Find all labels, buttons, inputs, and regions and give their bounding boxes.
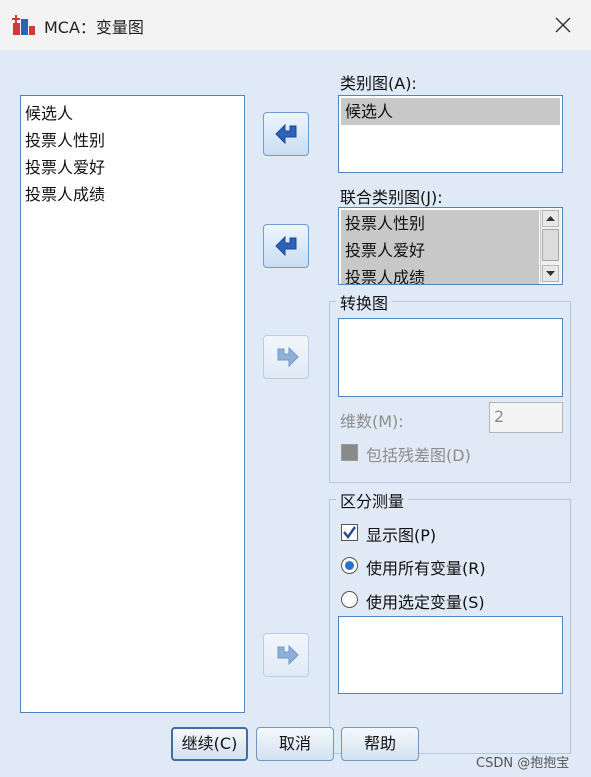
title-bar: MCA：变量图	[0, 0, 591, 51]
list-item[interactable]: 投票人成绩	[341, 264, 539, 284]
list-item[interactable]: 候选人	[21, 100, 244, 127]
move-to-discrimination-button[interactable]	[263, 633, 309, 677]
joint-category-plot-list[interactable]: 投票人性别 投票人爱好 投票人成绩	[338, 207, 563, 285]
display-plot-label: 显示图(P)	[366, 526, 437, 545]
check-icon	[343, 526, 356, 540]
watermark: CSDN @抱抱宝	[476, 756, 570, 771]
use-selected-variables-radio[interactable]	[341, 591, 358, 608]
use-selected-variables-label: 使用选定变量(S)	[366, 593, 485, 612]
list-item[interactable]: 投票人性别	[21, 127, 244, 154]
dimensions-label: 维数(M):	[340, 412, 404, 431]
close-icon[interactable]	[546, 8, 580, 42]
dimensions-field[interactable]: 2	[489, 402, 563, 433]
discrimination-variable-list[interactable]	[338, 616, 563, 694]
arrow-left-icon	[275, 235, 297, 257]
list-item[interactable]: 投票人爱好	[21, 154, 244, 181]
scroll-down-button[interactable]	[542, 265, 559, 282]
transformation-plot-list[interactable]	[338, 318, 563, 397]
scroll-thumb[interactable]	[542, 229, 559, 261]
scrollbar[interactable]	[540, 209, 561, 283]
list-item[interactable]: 投票人成绩	[21, 181, 244, 208]
arrow-right-icon	[277, 346, 299, 368]
dialog-body: 候选人 投票人性别 投票人爱好 投票人成绩 类别图(A): 候选人 联合类别图(…	[0, 50, 591, 777]
list-item[interactable]: 投票人爱好	[341, 237, 539, 264]
scroll-up-button[interactable]	[542, 210, 559, 227]
help-button[interactable]: 帮助	[341, 727, 419, 761]
app-icon	[12, 15, 35, 35]
category-plot-list[interactable]: 候选人	[338, 95, 563, 173]
group-legend: 区分测量	[336, 488, 409, 512]
use-all-variables-radio[interactable]	[341, 557, 358, 574]
window-title: MCA：变量图	[44, 18, 144, 37]
include-residual-checkbox[interactable]	[341, 444, 358, 461]
cancel-button[interactable]: 取消	[256, 727, 334, 761]
list-item[interactable]: 投票人性别	[341, 210, 539, 237]
move-to-joint-category-button[interactable]	[263, 224, 309, 268]
chevron-up-icon	[546, 216, 555, 221]
group-legend: 转换图	[336, 290, 393, 314]
display-plot-checkbox[interactable]	[341, 524, 358, 541]
continue-button[interactable]: 继续(C)	[171, 727, 248, 761]
include-residual-label: 包括残差图(D)	[366, 446, 471, 465]
move-to-transformation-button[interactable]	[263, 335, 309, 379]
move-to-category-button[interactable]	[263, 112, 309, 156]
arrow-left-icon	[275, 123, 297, 145]
category-plot-label: 类别图(A):	[340, 74, 417, 93]
list-item[interactable]: 候选人	[341, 98, 560, 125]
joint-category-plot-label: 联合类别图(J):	[340, 188, 443, 207]
radio-dot	[345, 561, 354, 570]
use-all-variables-label: 使用所有变量(R)	[366, 559, 486, 578]
arrow-right-icon	[277, 644, 299, 666]
source-variable-list[interactable]: 候选人 投票人性别 投票人爱好 投票人成绩	[20, 95, 245, 713]
chevron-down-icon	[546, 271, 555, 276]
